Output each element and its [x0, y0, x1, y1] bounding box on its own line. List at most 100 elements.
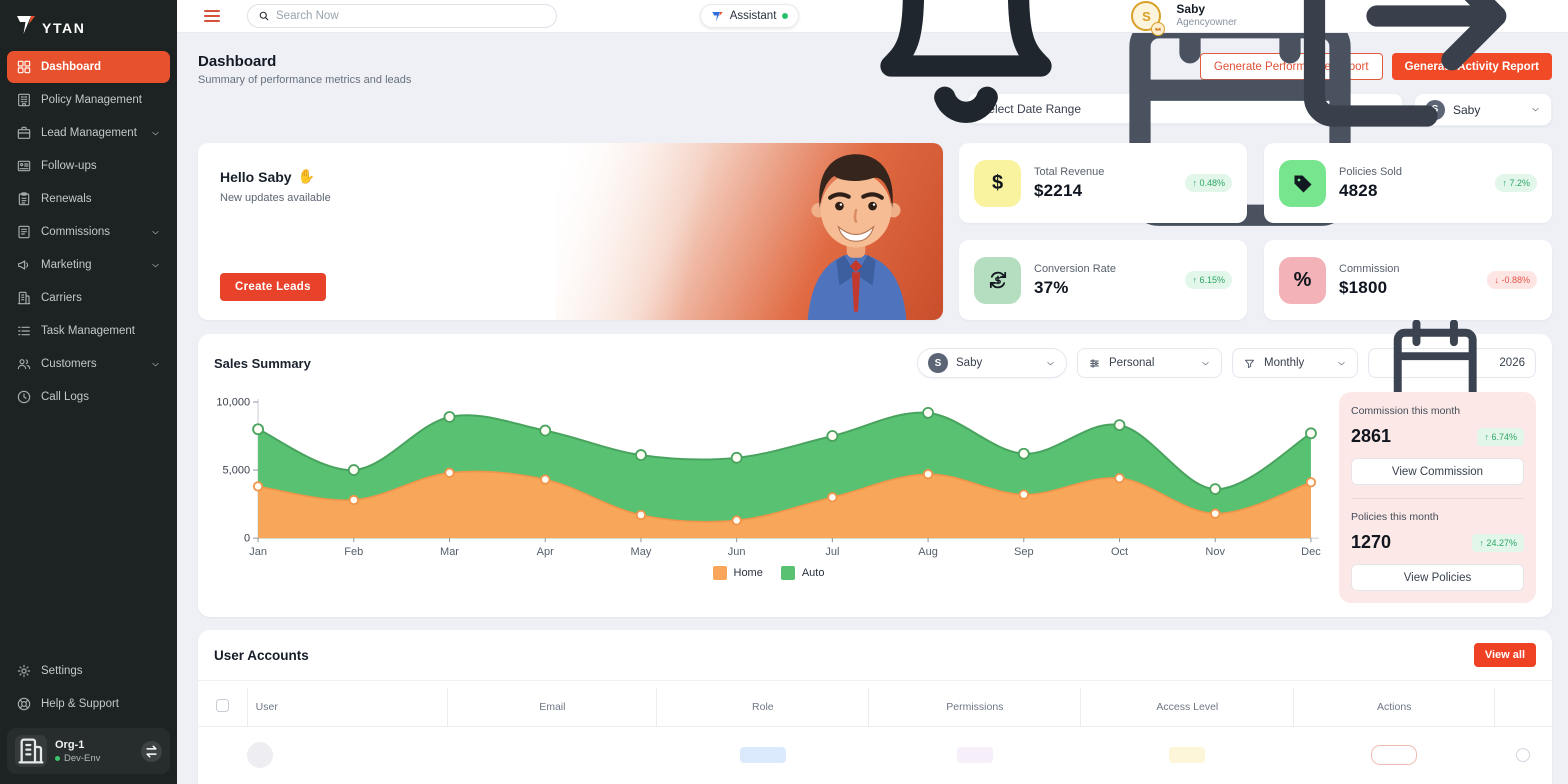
sidebar-item-help-support[interactable]: Help & Support [7, 688, 170, 720]
stat-value: 37% [1034, 277, 1069, 297]
create-leads-button[interactable]: Create Leads [220, 273, 326, 301]
users-icon [16, 356, 32, 372]
trend-badge: ↑ 7.2% [1495, 174, 1537, 192]
org-swap-button[interactable] [141, 740, 162, 762]
stat-value: $2214 [1034, 180, 1083, 200]
side-panel-button[interactable]: View Policies [1351, 564, 1524, 591]
global-search[interactable] [247, 4, 557, 28]
svg-text:Oct: Oct [1111, 546, 1128, 558]
sidebar-item-policy-management[interactable]: Policy Management [7, 84, 170, 116]
chevron-down-icon [150, 359, 161, 370]
sales-user-select[interactable]: S Saby [917, 348, 1067, 378]
chart-legend: Home Auto [208, 566, 1329, 581]
sidebar-item-call-logs[interactable]: Call Logs [7, 381, 170, 413]
table-header-row: User Email Role Permissions Access Level Acti… [198, 688, 1552, 727]
side-panel-label: Commission this month [1351, 405, 1461, 417]
sidebar-item-renewals[interactable]: Renewals [7, 183, 170, 215]
card-icon [16, 158, 32, 174]
list-icon [16, 323, 32, 339]
svg-text:May: May [631, 546, 652, 558]
org-building-icon [15, 735, 47, 767]
side-panel-button[interactable]: View Commission [1351, 458, 1524, 485]
doc-icon [16, 224, 32, 240]
cycle-icon [974, 256, 1021, 304]
stat-cards: $ Total Revenue $2214 ↑ 0.48% Policies S… [959, 143, 1552, 320]
side-panel-value: 1270 [1351, 532, 1392, 552]
table-row-partial [198, 727, 1552, 768]
legend-item: Home [712, 566, 763, 581]
stat-label: Total Revenue [1034, 165, 1105, 178]
logout-button[interactable] [1252, 0, 1552, 166]
dollar-icon: $ [974, 159, 1021, 207]
stat-label: Policies Sold [1339, 165, 1402, 178]
stat-value: $1800 [1339, 277, 1388, 297]
chevron-down-icon [150, 128, 161, 139]
table-column-header: Role [656, 688, 869, 727]
svg-text:10,000: 10,000 [216, 397, 250, 409]
user-avatar[interactable]: S [1131, 1, 1166, 36]
sidebar-item-commissions[interactable]: Commissions [7, 216, 170, 248]
org-name: Org-1 [55, 738, 85, 751]
search-input[interactable] [276, 10, 546, 22]
sidebar-nav: Dashboard Policy Management Lead Managem… [0, 49, 177, 653]
hamburger-menu-icon[interactable] [204, 8, 220, 25]
user-meta: Saby Agencyowner [1176, 2, 1237, 29]
table-column-header: Actions [1293, 688, 1495, 727]
sales-user-avatar: S [928, 353, 948, 373]
table-column-header: User [246, 688, 448, 727]
env-status-dot [55, 755, 60, 761]
row-action-button[interactable] [1371, 745, 1418, 765]
sidebar-item-label: Call Logs [41, 391, 89, 403]
row-more-button[interactable] [1516, 748, 1531, 762]
tag-icon [1279, 159, 1326, 207]
sidebar-item-task-management[interactable]: Task Management [7, 315, 170, 347]
sales-year-picker[interactable]: 2026 [1368, 319, 1536, 407]
sidebar-footer-nav: Settings Help & Support [7, 655, 170, 720]
sales-view-select[interactable]: Personal [1077, 348, 1222, 378]
stat-card-conversion-rate: Conversion Rate 37% ↑ 6.15% [959, 240, 1247, 320]
chevron-down-icon [1336, 358, 1347, 369]
sales-chart: 0 5,000 10,000 Jan Feb Mar Apr May Jun Jul Aug Sep O… [216, 397, 1321, 559]
svg-text:0: 0 [244, 533, 250, 545]
side-panel-section: Policies this month 1270 ↑ 24.27% View P… [1351, 511, 1524, 591]
trend-badge: ↑ 24.27% [1472, 533, 1524, 552]
sidebar-item-customers[interactable]: Customers [7, 348, 170, 380]
page-title: Dashboard [198, 53, 277, 70]
sidebar-item-label: Task Management [41, 325, 135, 337]
sliders-icon [1090, 359, 1099, 367]
select-all-checkbox[interactable] [215, 699, 229, 712]
org-switcher[interactable]: Org-1 Dev-Env [7, 728, 170, 774]
sales-period-select[interactable]: Monthly [1232, 348, 1358, 378]
notifications-button[interactable]: 99+ [816, 0, 1116, 166]
user-name: Saby [1176, 2, 1206, 17]
side-panel-value: 2861 [1351, 426, 1392, 446]
assistant-button[interactable]: Assistant [699, 4, 800, 28]
page-subtitle: Summary of performance metrics and leads [198, 74, 412, 86]
role-badge [739, 747, 786, 763]
welcome-banner: Hello Saby ✋ New updates available Create… [198, 143, 943, 320]
sidebar-item-label: Help & Support [41, 698, 119, 710]
legend-label: Auto [801, 567, 825, 580]
user-accounts-card: User Accounts View all User Email Role Perm… [198, 630, 1552, 784]
brand-logo: YTAN [0, 0, 177, 49]
sidebar-item-marketing[interactable]: Marketing [7, 249, 170, 281]
trend-badge: ↑ 6.74% [1477, 427, 1524, 446]
sidebar-item-follow-ups[interactable]: Follow-ups [7, 150, 170, 182]
trend-badge: ↑ 6.15% [1185, 271, 1232, 289]
view-all-button[interactable]: View all [1473, 643, 1536, 667]
building-icon [16, 92, 32, 108]
org-env: Dev-Env [55, 753, 100, 764]
sidebar-item-label: Marketing [41, 259, 92, 271]
sidebar-item-label: Renewals [41, 193, 92, 205]
sidebar-item-label: Commissions [41, 226, 111, 238]
sidebar-item-carriers[interactable]: Carriers [7, 282, 170, 314]
table-column-header: Access Level [1080, 688, 1294, 727]
sidebar-item-label: Lead Management [41, 127, 137, 139]
sidebar-item-lead-management[interactable]: Lead Management [7, 117, 170, 149]
sidebar-item-settings[interactable]: Settings [7, 655, 170, 687]
access-level-badge [1169, 747, 1206, 763]
hero-greeting: Hello Saby [220, 168, 292, 185]
svg-text:Jan: Jan [249, 546, 267, 558]
sidebar-item-dashboard[interactable]: Dashboard [7, 51, 170, 83]
legend-item: Auto [780, 566, 825, 581]
